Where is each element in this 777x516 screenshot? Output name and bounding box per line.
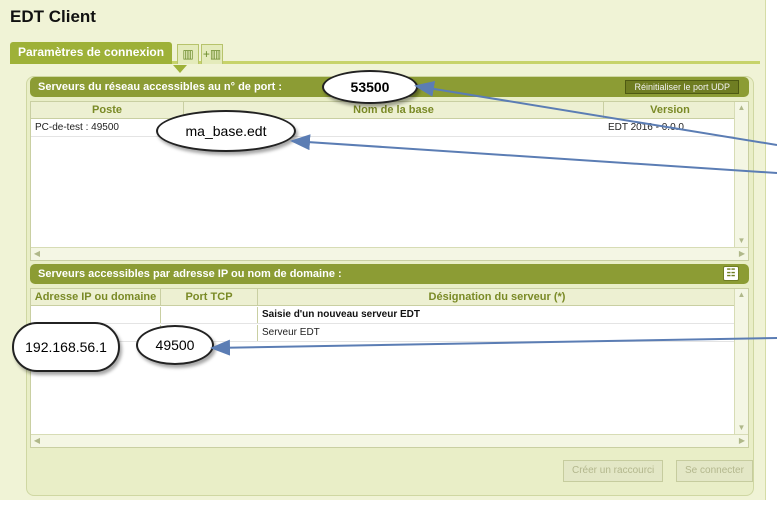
create-shortcut-button[interactable]: Créer un raccourci <box>563 460 664 482</box>
app-title: EDT Client <box>10 7 96 26</box>
scroll-right-icon[interactable]: ▶ <box>736 435 748 447</box>
ip-servers-grid: Adresse IP ou domaine Port TCP Désignati… <box>30 288 749 448</box>
scroll-left-icon[interactable]: ◀ <box>31 248 43 260</box>
add-server-icon[interactable]: +▥ <box>201 44 223 64</box>
row-designation[interactable]: Serveur EDT <box>258 325 736 341</box>
tab-connection-settings-label: Paramètres de connexion <box>18 45 165 59</box>
database-name-callout: ma_base.edt <box>156 110 296 152</box>
active-tab-marker <box>173 65 187 73</box>
network-grid-header: Poste Nom de la base Version <box>31 102 734 119</box>
network-servers-title: Serveurs du réseau accessibles au n° de … <box>38 81 283 93</box>
column-header-address[interactable]: Adresse IP ou domaine <box>31 289 161 306</box>
tab-bar: Paramètres de connexion ▥ +▥ <box>10 42 760 64</box>
ip-grid-horizontal-scrollbar[interactable]: ◀ ▶ <box>31 434 748 447</box>
column-header-designation[interactable]: Désignation du serveur (*) <box>258 289 736 306</box>
scroll-left-icon[interactable]: ◀ <box>31 435 43 447</box>
scroll-up-icon[interactable]: ▲ <box>735 102 748 114</box>
scroll-up-icon[interactable]: ▲ <box>735 289 748 301</box>
new-row-port[interactable] <box>161 307 258 323</box>
udp-port-field[interactable]: 53500 <box>322 70 418 104</box>
table-row[interactable]: PC-de-test : 49500 EDT 2016 - 0.0.0 <box>31 120 734 137</box>
ip-grid-header: Adresse IP ou domaine Port TCP Désignati… <box>31 289 734 306</box>
server-config-icon[interactable]: ☷ <box>723 266 739 281</box>
ip-servers-title: Serveurs accessibles par adresse IP ou n… <box>38 268 342 280</box>
scroll-down-icon[interactable]: ▼ <box>735 422 748 434</box>
new-server-label: Saisie d'un nouveau serveur EDT <box>262 309 420 320</box>
scroll-right-icon[interactable]: ▶ <box>736 248 748 260</box>
ip-grid-vertical-scrollbar[interactable]: ▲ ▼ <box>734 289 748 434</box>
reset-udp-port-button[interactable]: Réinitialiser le port UDP <box>625 80 739 94</box>
column-header-version[interactable]: Version <box>604 102 736 119</box>
server-address-field[interactable]: 192.168.56.1 <box>12 322 120 372</box>
tab-connection-settings[interactable]: Paramètres de connexion <box>10 42 173 64</box>
connect-button[interactable]: Se connecter <box>676 460 753 482</box>
scroll-down-icon[interactable]: ▼ <box>735 235 748 247</box>
new-row-address[interactable] <box>31 307 161 323</box>
ip-servers-header: Serveurs accessibles par adresse IP ou n… <box>30 264 749 284</box>
row-version: EDT 2016 - 0.0.0 <box>608 122 684 133</box>
network-grid-vertical-scrollbar[interactable]: ▲ ▼ <box>734 102 748 247</box>
column-header-tcp-port[interactable]: Port TCP <box>161 289 258 306</box>
new-server-row[interactable]: Saisie d'un nouveau serveur EDT <box>31 307 734 324</box>
column-header-poste[interactable]: Poste <box>31 102 184 119</box>
network-grid-horizontal-scrollbar[interactable]: ◀ ▶ <box>31 247 748 260</box>
server-port-field[interactable]: 49500 <box>136 325 214 365</box>
network-servers-grid: Poste Nom de la base Version PC-de-test … <box>30 101 749 261</box>
server-list-icon[interactable]: ▥ <box>177 44 199 64</box>
